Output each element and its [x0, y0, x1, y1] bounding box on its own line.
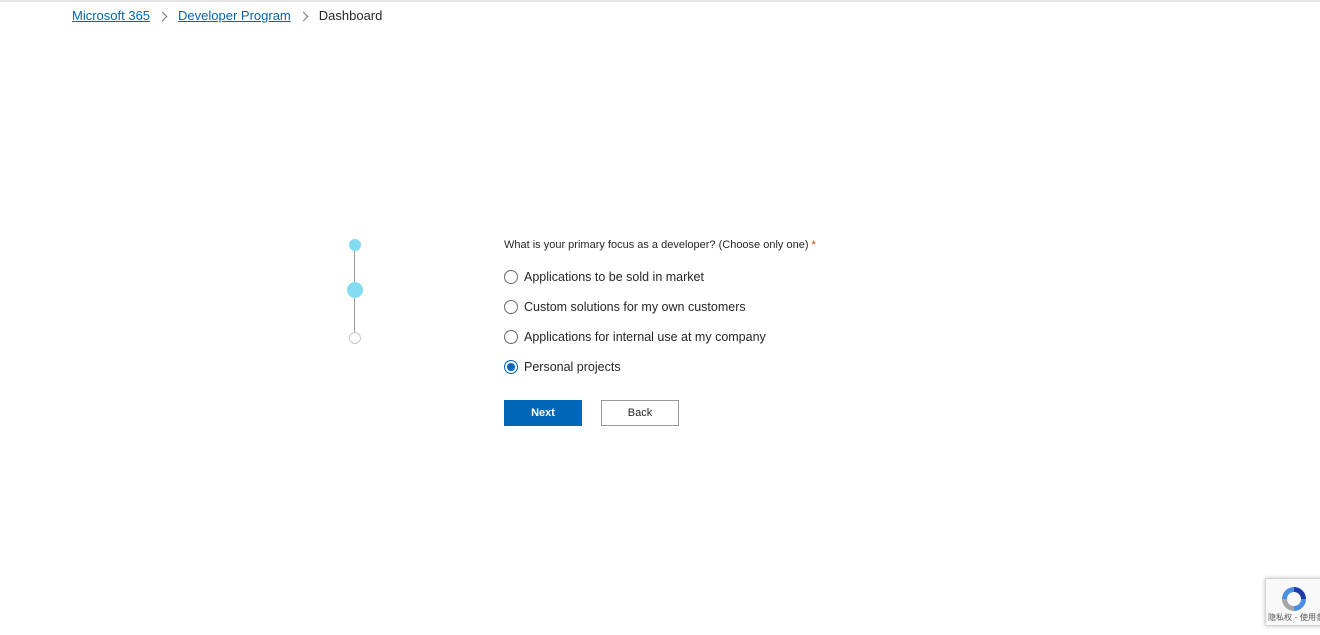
breadcrumb-link-microsoft-365[interactable]: Microsoft 365	[72, 7, 150, 25]
option-label: Applications for internal use at my comp…	[524, 330, 766, 344]
next-button[interactable]: Next	[504, 400, 582, 426]
recaptcha-badge[interactable]: 隐私权 - 使用条款	[1265, 578, 1320, 626]
required-marker: *	[811, 239, 816, 251]
radio-button[interactable]	[504, 300, 518, 314]
options-group: Applications to be sold in market Custom…	[504, 262, 1004, 382]
step-2-current	[347, 282, 363, 298]
option-personal-projects[interactable]: Personal projects	[504, 352, 1004, 382]
option-label: Custom solutions for my own customers	[524, 300, 746, 314]
form-actions: Next Back	[504, 400, 1004, 426]
chevron-right-icon	[298, 11, 309, 21]
breadcrumb-current: Dashboard	[318, 8, 383, 23]
radio-button[interactable]	[504, 270, 518, 284]
radio-button[interactable]	[504, 330, 518, 344]
top-divider	[0, 0, 1320, 2]
back-button[interactable]: Back	[601, 400, 679, 426]
option-internal-use[interactable]: Applications for internal use at my comp…	[504, 322, 1004, 352]
option-sold-in-market[interactable]: Applications to be sold in market	[504, 262, 1004, 292]
radio-button[interactable]	[504, 360, 518, 374]
progress-stepper	[340, 236, 370, 348]
option-label: Personal projects	[524, 360, 621, 374]
step-3-pending	[349, 332, 361, 344]
recaptcha-logo-icon	[1282, 587, 1306, 611]
step-1-complete	[349, 239, 361, 251]
option-label: Applications to be sold in market	[524, 270, 704, 284]
question-label: What is your primary focus as a develope…	[504, 239, 816, 251]
developer-focus-form: What is your primary focus as a develope…	[504, 238, 1004, 426]
breadcrumb-link-developer-program[interactable]: Developer Program	[178, 7, 291, 25]
option-custom-solutions[interactable]: Custom solutions for my own customers	[504, 292, 1004, 322]
recaptcha-terms[interactable]: 隐私权 - 使用条款	[1268, 612, 1320, 623]
chevron-right-icon	[157, 11, 168, 21]
breadcrumb: Microsoft 365 Developer Program Dashboar…	[72, 7, 382, 25]
